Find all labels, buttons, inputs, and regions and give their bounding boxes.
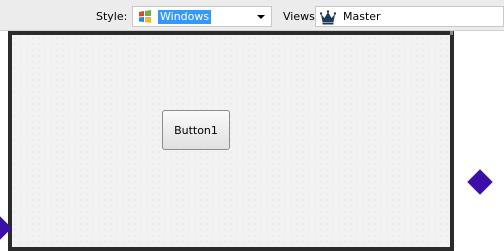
crown-icon [320, 10, 336, 25]
views-value: Master [343, 10, 381, 23]
selection-handle-diamond[interactable] [467, 169, 493, 195]
style-dropdown[interactable]: Windows [132, 6, 272, 27]
windows-flag-icon [139, 10, 151, 23]
views-dropdown[interactable]: Master [315, 6, 504, 27]
design-canvas[interactable]: Button1 [0, 31, 504, 251]
resize-grip[interactable] [450, 31, 453, 35]
style-value: Windows [158, 10, 212, 24]
chevron-down-icon[interactable] [257, 15, 265, 19]
button1[interactable]: Button1 [162, 110, 230, 150]
views-label: Views: [283, 10, 319, 23]
style-label: Style: [96, 10, 128, 23]
toolbar: Style: Windows Views: Master [0, 0, 504, 31]
form-frame[interactable]: Button1 [8, 31, 454, 251]
